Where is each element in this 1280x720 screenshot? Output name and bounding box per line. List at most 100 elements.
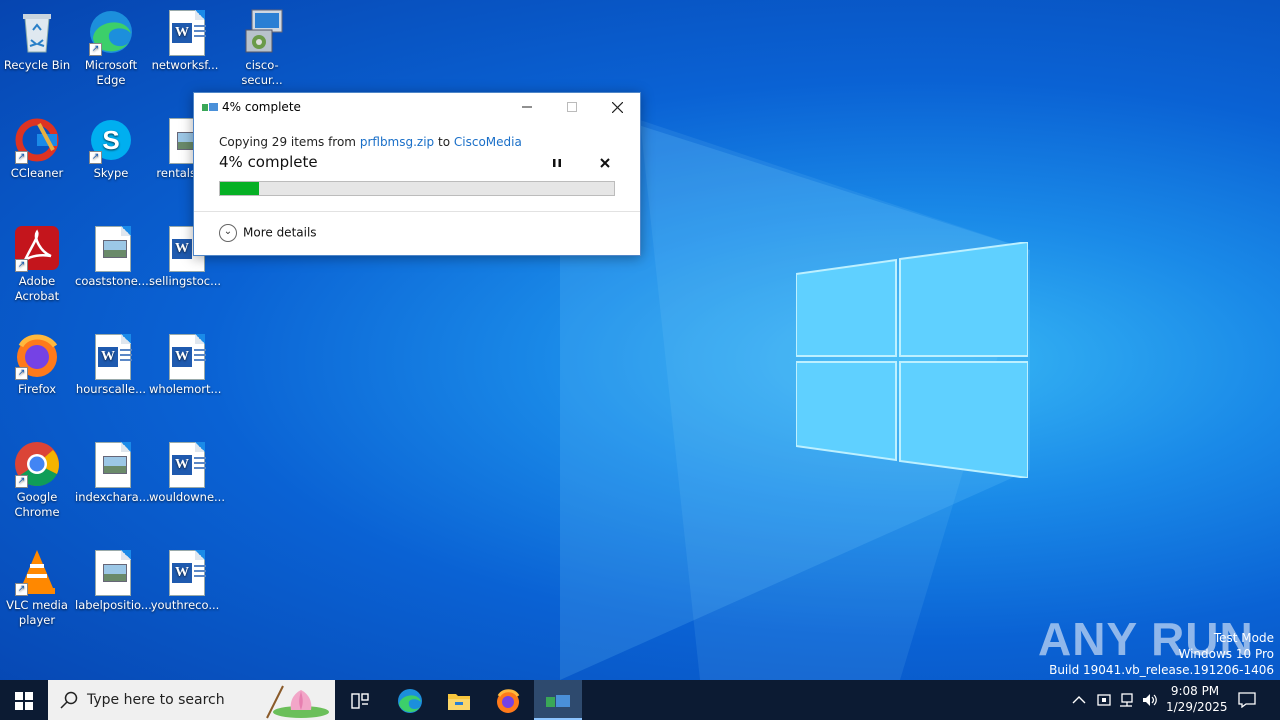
search-placeholder: Type here to search [87, 692, 225, 708]
divider [194, 211, 640, 212]
shortcut-arrow-icon: ↗ [15, 259, 28, 272]
search-icon [60, 691, 78, 709]
desktop-icon-file[interactable]: W youthreco... [149, 548, 221, 613]
word-document-icon: W [161, 440, 209, 488]
icon-label: VLC media player [6, 598, 68, 627]
pause-icon [553, 159, 561, 167]
copy-icon [546, 694, 570, 707]
word-document-icon: W [161, 8, 209, 56]
taskbar-copy-dialog-active[interactable] [534, 680, 582, 720]
to-word: to [438, 135, 451, 149]
icon-label: wholemort... [149, 382, 222, 396]
icon-label: sellingstoc... [149, 274, 222, 288]
copy-icon [202, 103, 218, 111]
volume-icon[interactable] [1141, 692, 1159, 708]
desktop-icon-file[interactable]: W wouldowne... [149, 440, 225, 505]
icon-label: Recycle Bin [3, 58, 71, 72]
start-button[interactable] [0, 680, 48, 720]
copy-prefix: Copying 29 items from [219, 135, 356, 149]
destination-link[interactable]: CiscoMedia [454, 135, 522, 149]
desktop-icon-ccleaner[interactable]: ↗ CCleaner [1, 116, 73, 181]
close-button[interactable] [594, 93, 640, 121]
minimize-button[interactable] [504, 93, 550, 121]
desktop-icon-recycle-bin[interactable]: Recycle Bin [1, 8, 73, 73]
device-icon[interactable] [1096, 692, 1112, 708]
source-link[interactable]: prflbmsg.zip [360, 135, 434, 149]
recycle-bin-icon [13, 8, 61, 56]
word-document-icon: W [161, 332, 209, 380]
progress-fill [220, 182, 260, 195]
vlc-icon: ↗ [13, 548, 61, 596]
shortcut-arrow-icon: ↗ [15, 367, 28, 380]
taskbar: Type here to search 9:08 PM 1/29/2025 [0, 680, 1280, 720]
lotus-decoration-icon [266, 685, 329, 719]
firefox-icon [497, 688, 520, 713]
icon-label: coaststone.... [75, 274, 153, 288]
icon-label: Google Chrome [14, 490, 60, 519]
installer-icon [238, 8, 286, 56]
image-file-icon [87, 224, 135, 272]
icon-label: labelpositio... [75, 598, 152, 612]
desktop-icon-file[interactable]: labelpositio... [75, 548, 152, 613]
edge-icon [398, 688, 422, 713]
image-file-icon [87, 440, 135, 488]
taskbar-file-explorer[interactable] [435, 680, 483, 720]
desktop-icon-microsoft-edge[interactable]: ↗ Microsoft Edge [75, 8, 147, 88]
pause-button[interactable] [552, 157, 562, 172]
cancel-icon [600, 158, 610, 168]
taskbar-edge[interactable] [386, 680, 434, 720]
clock[interactable]: 9:08 PM 1/29/2025 [1166, 683, 1228, 715]
more-details-toggle[interactable]: ⌄ More details [219, 224, 317, 242]
icon-label: wouldowne... [149, 490, 225, 504]
test-mode-watermark: Test Mode Windows 10 Pro Build 19041.vb_… [1049, 630, 1274, 678]
icon-label: Adobe Acrobat [14, 274, 60, 303]
watermark-line2: Windows 10 Pro [1178, 647, 1274, 661]
progress-bar [219, 181, 615, 196]
network-icon[interactable] [1118, 692, 1134, 708]
search-box[interactable]: Type here to search [48, 680, 335, 720]
watermark-line1: Test Mode [1213, 631, 1274, 645]
task-view-button[interactable] [336, 680, 384, 720]
desktop-icon-file[interactable]: W hourscalle... [75, 332, 147, 397]
windows-logo [796, 242, 1028, 478]
icon-label: youthreco... [150, 598, 220, 612]
copy-progress-dialog: 4% complete Copying 29 items from prflbm… [193, 92, 641, 256]
desktop-icon-file[interactable]: W networksf... [149, 8, 221, 73]
clock-date: 1/29/2025 [1166, 700, 1228, 714]
skype-icon: S ↗ [87, 116, 135, 164]
dialog-titlebar[interactable]: 4% complete [194, 93, 640, 121]
icon-label: CCleaner [10, 166, 64, 180]
svg-text:S: S [102, 125, 119, 155]
desktop-icon-google-chrome[interactable]: ↗ Google Chrome [1, 440, 73, 520]
close-icon [611, 101, 623, 113]
notification-icon[interactable] [1238, 692, 1256, 708]
chevron-up-icon[interactable] [1072, 695, 1086, 705]
desktop-icon-skype[interactable]: S ↗ Skype [75, 116, 147, 181]
image-file-icon [87, 548, 135, 596]
maximize-icon [567, 102, 577, 112]
cancel-button[interactable] [600, 157, 610, 172]
desktop-icon-vlc[interactable]: ↗ VLC media player [1, 548, 73, 628]
desktop-icon-firefox[interactable]: ↗ Firefox [1, 332, 73, 397]
clock-time: 9:08 PM [1170, 684, 1220, 698]
more-details-label: More details [243, 225, 317, 240]
maximize-button [549, 93, 595, 121]
desktop-icon-file[interactable]: W wholemort... [149, 332, 221, 397]
chevron-down-icon: ⌄ [219, 224, 237, 242]
shortcut-arrow-icon: ↗ [89, 151, 102, 164]
watermark-line3: Build 19041.vb_release.191206-1406 [1049, 663, 1274, 677]
icon-label: hourscalle... [75, 382, 147, 396]
icon-label: cisco-secur... [241, 58, 283, 87]
word-document-icon: W [87, 332, 135, 380]
icon-label: networksf... [151, 58, 219, 72]
minimize-icon [522, 106, 532, 108]
desktop-icon-installer[interactable]: cisco-secur... [226, 8, 298, 88]
desktop-icon-file[interactable]: coaststone.... [75, 224, 153, 289]
taskbar-firefox[interactable] [484, 680, 532, 720]
firefox-icon: ↗ [13, 332, 61, 380]
icon-label: indexchara... [75, 490, 150, 504]
task-view-icon [351, 692, 369, 709]
desktop-icon-adobe-acrobat[interactable]: ↗ Adobe Acrobat [1, 224, 73, 304]
copy-description: Copying 29 items from prflbmsg.zip to Ci… [219, 135, 615, 149]
desktop-icon-file[interactable]: indexchara... [75, 440, 150, 505]
